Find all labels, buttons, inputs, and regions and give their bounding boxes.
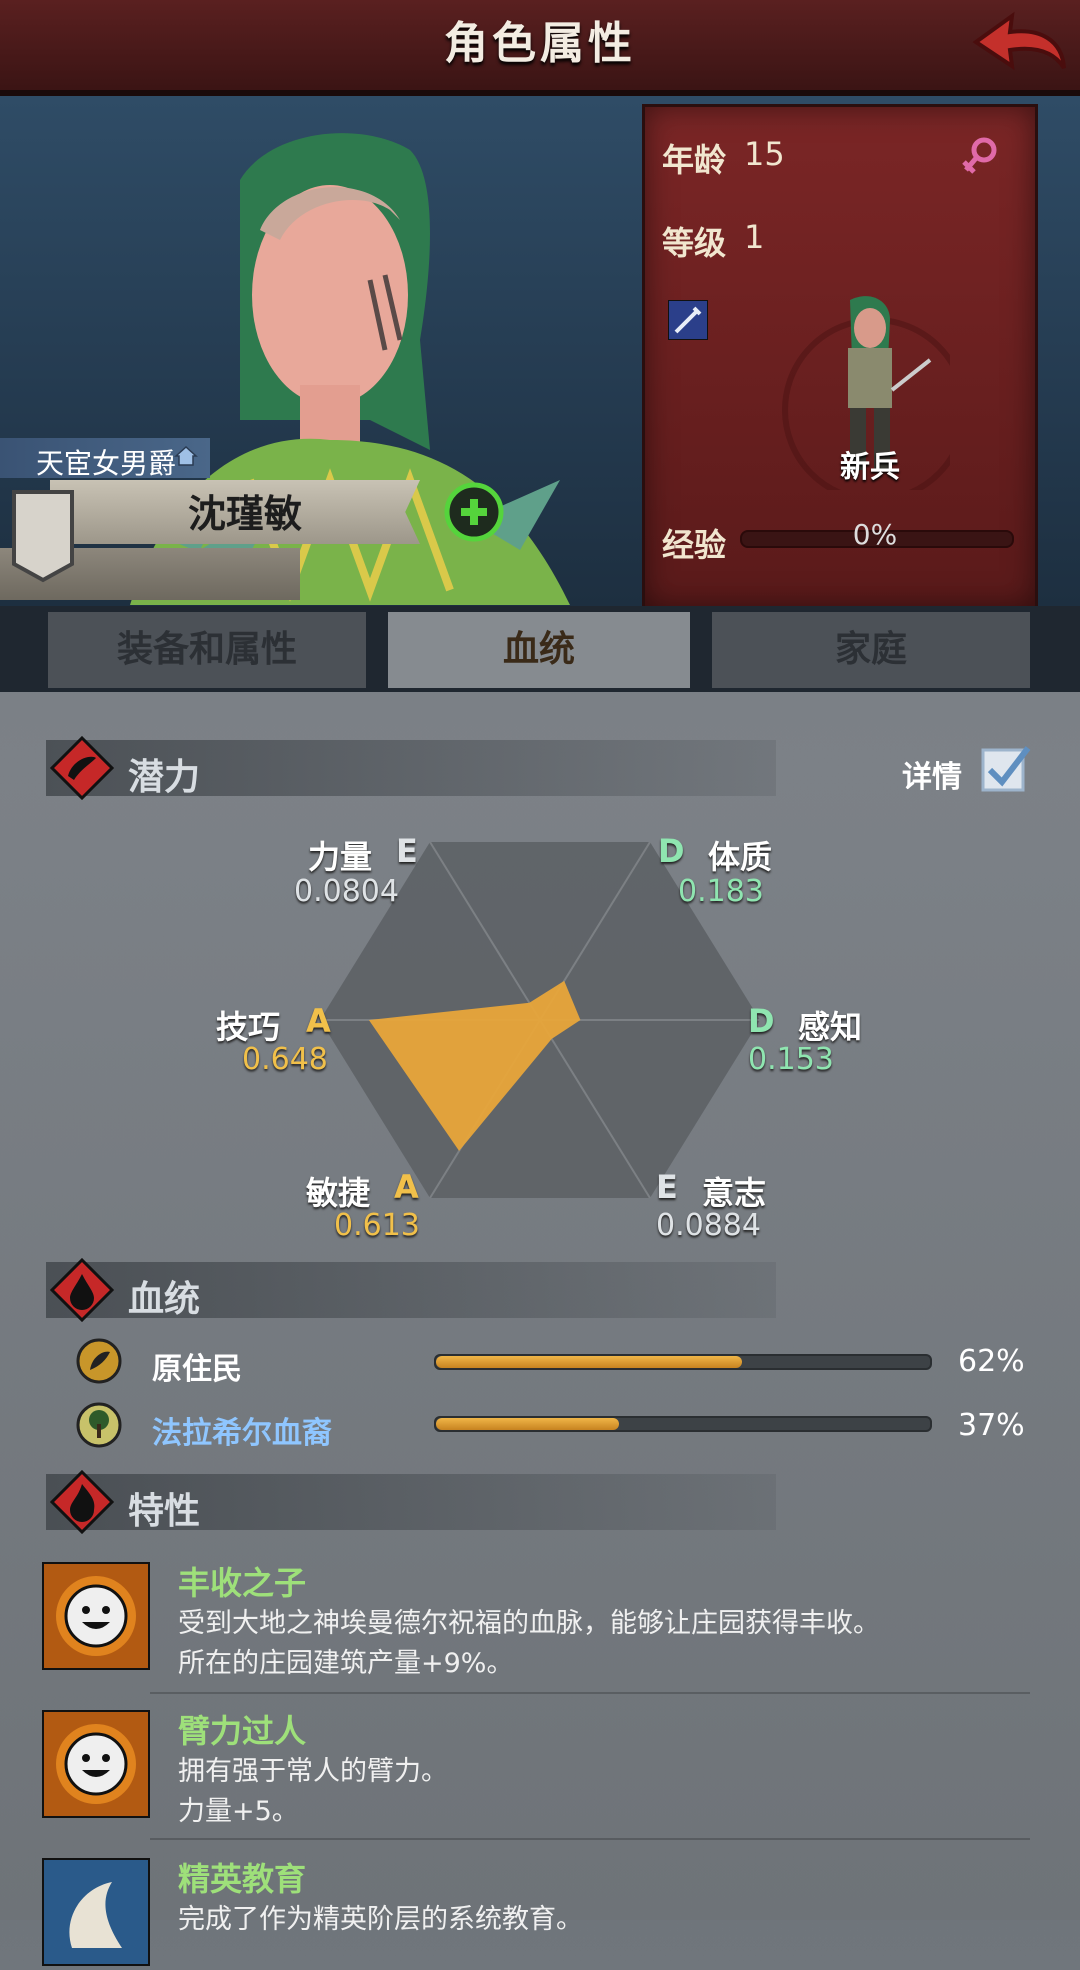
age-label: 年龄	[662, 141, 727, 179]
trait-divider	[150, 1692, 1030, 1694]
tab-family[interactable]: 家庭	[712, 612, 1030, 688]
potential-title: 潜力	[128, 757, 201, 798]
tree-bloodline-icon	[76, 1402, 122, 1448]
bloodline-bar-falahir	[434, 1416, 932, 1432]
noble-title: 天宦女男爵	[36, 447, 177, 480]
bloodline-name-native: 原住民	[152, 1352, 242, 1387]
stat-value-agility: 0.613	[334, 1208, 420, 1243]
trait-desc-elite-1: 完成了作为精英阶层的系统教育。	[178, 1904, 583, 1935]
heraldry-shield-icon[interactable]	[10, 488, 76, 584]
stat-value-perception: 0.153	[748, 1042, 834, 1077]
age-value: 15	[744, 135, 785, 173]
stat-grade-strength: E	[396, 832, 418, 870]
stat-grade-constitution: D	[658, 832, 685, 870]
dagger-icon[interactable]	[667, 299, 709, 341]
stat-grade-will: E	[656, 1168, 678, 1206]
detail-label: 详情	[902, 760, 962, 795]
level-label: 等级	[662, 224, 727, 262]
detail-checkbox[interactable]	[980, 742, 1032, 794]
tab-bloodline[interactable]: 血统	[388, 612, 690, 688]
stat-grade-perception: D	[748, 1002, 775, 1040]
checkmark-icon	[981, 746, 1031, 792]
bloodline-bar-native	[434, 1354, 932, 1370]
level-value: 1	[744, 218, 765, 256]
stat-value-skill: 0.648	[242, 1042, 328, 1077]
stat-value-constitution: 0.183	[678, 874, 764, 909]
flame-icon	[49, 1469, 115, 1535]
stat-value-will: 0.0884	[656, 1208, 761, 1243]
exp-label: 经验	[662, 526, 727, 564]
bloodline-percent-native: 62%	[958, 1344, 1025, 1379]
bloodline-fill-falahir	[436, 1418, 619, 1430]
exp-value: 0%	[852, 518, 898, 551]
trait-desc-strength-1: 拥有强于常人的臂力。	[178, 1756, 448, 1787]
add-button[interactable]	[444, 482, 504, 542]
house-icon[interactable]	[174, 444, 198, 468]
class-name: 新兵	[840, 450, 900, 485]
page-title: 角色属性	[444, 18, 636, 69]
stat-value-strength: 0.0804	[294, 874, 399, 909]
character-name[interactable]: 沈瑾敏	[60, 484, 430, 544]
stat-grade-skill: A	[306, 1002, 331, 1040]
trait-desc-strength-2: 力量+5。	[178, 1796, 299, 1827]
smiley-sun-icon[interactable]	[40, 1708, 152, 1820]
bloodline-name-falahir: 法拉希尔血裔	[152, 1416, 332, 1451]
back-button[interactable]	[970, 10, 1070, 80]
bloodline-fill-native	[436, 1356, 743, 1368]
stat-name-constitution: 体质	[708, 838, 773, 876]
trait-name-harvest: 丰收之子	[178, 1564, 307, 1602]
blood-drop-icon	[49, 1257, 115, 1323]
plus-icon	[444, 482, 504, 542]
smiley-sun-icon[interactable]	[40, 1560, 152, 1672]
bloodline-title: 血统	[128, 1279, 201, 1320]
trait-name-strength: 臂力过人	[178, 1712, 307, 1750]
female-gender-icon	[960, 136, 1000, 182]
back-arrow-icon	[972, 11, 1066, 71]
stat-grade-agility: A	[394, 1168, 419, 1206]
scholar-icon[interactable]	[40, 1856, 152, 1968]
tab-equipment[interactable]: 装备和属性	[48, 612, 366, 688]
trait-divider	[150, 1838, 1030, 1840]
potential-icon	[49, 735, 115, 801]
traits-title: 特性	[128, 1491, 201, 1532]
bloodline-percent-falahir: 37%	[958, 1408, 1025, 1443]
native-bloodline-icon	[76, 1338, 122, 1384]
trait-desc-harvest-1: 受到大地之神埃曼德尔祝福的血脉，能够让庄园获得丰收。	[178, 1608, 880, 1639]
trait-desc-harvest-2: 所在的庄园建筑产量+9%。	[178, 1648, 514, 1679]
stat-name-strength: 力量	[308, 838, 373, 876]
trait-name-elite: 精英教育	[178, 1860, 307, 1898]
